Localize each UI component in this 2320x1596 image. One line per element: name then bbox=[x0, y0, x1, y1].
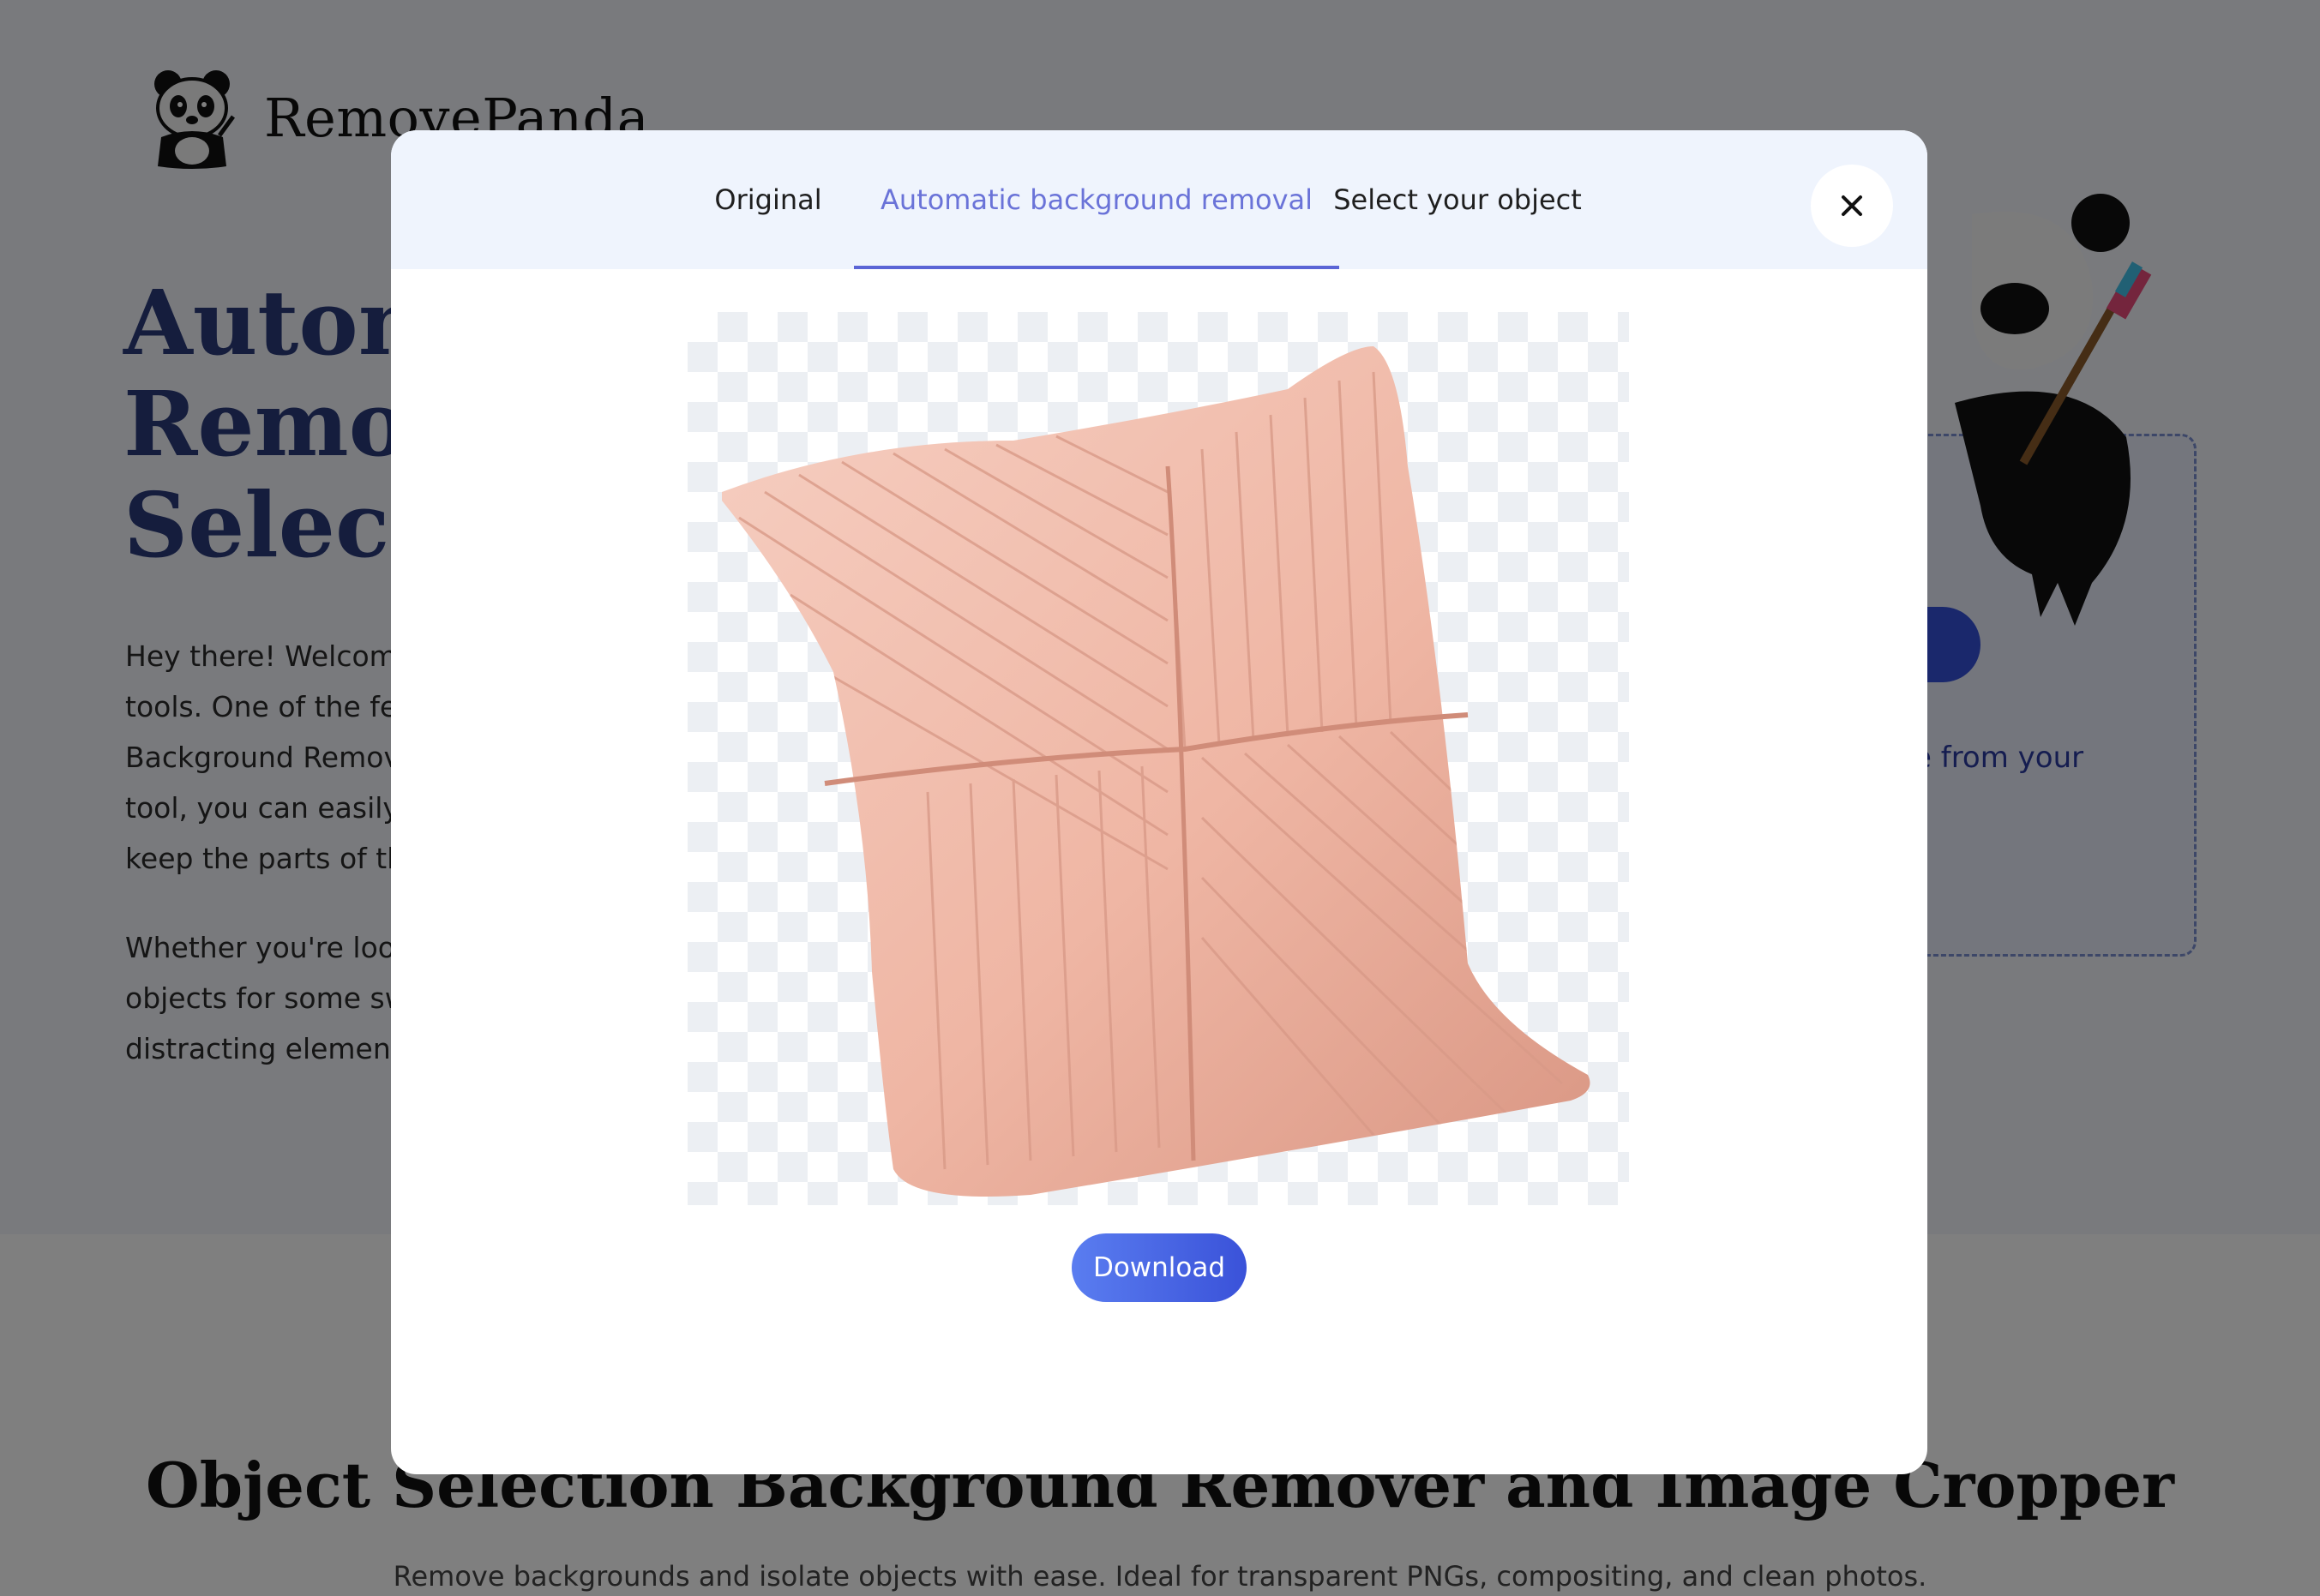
close-icon bbox=[1842, 195, 1862, 216]
result-preview bbox=[688, 312, 1629, 1205]
close-button[interactable] bbox=[1811, 165, 1893, 247]
tab-select-your-object[interactable]: Select your object bbox=[1333, 130, 1582, 269]
tab-automatic-background-removal[interactable]: Automatic background removal bbox=[854, 130, 1339, 269]
modal-tab-bar: Original Automatic background removal Se… bbox=[391, 130, 1927, 269]
active-tab-indicator bbox=[854, 266, 1339, 269]
result-modal: Original Automatic background removal Se… bbox=[391, 130, 1927, 1474]
pillow-cutout-image bbox=[722, 346, 1590, 1197]
download-button[interactable]: Download bbox=[1072, 1233, 1247, 1302]
tab-original[interactable]: Original bbox=[674, 130, 862, 269]
